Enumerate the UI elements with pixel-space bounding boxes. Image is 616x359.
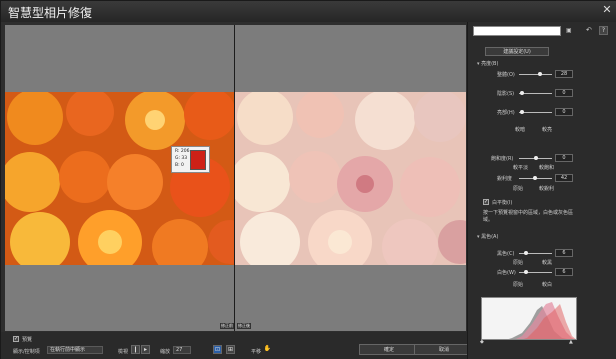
sharpness-value[interactable]: 42 bbox=[555, 174, 573, 182]
save-preset-icon[interactable]: ▣ bbox=[566, 27, 572, 34]
histogram-black-point-icon[interactable]: ◆ bbox=[480, 339, 484, 345]
before-photo[interactable] bbox=[5, 92, 234, 265]
white-label: 白色(W) bbox=[497, 270, 516, 276]
darker-label: 較暗 bbox=[515, 127, 526, 133]
pixel-r: R: 206 bbox=[175, 149, 190, 154]
after-label: 修正後 bbox=[237, 323, 251, 329]
black-slider[interactable] bbox=[519, 251, 552, 255]
help-icon[interactable]: ? bbox=[599, 26, 608, 35]
window-title: 智慧型相片修復 bbox=[8, 6, 93, 20]
close-icon[interactable]: ✕ bbox=[601, 4, 613, 16]
blacker-label: 較黑 bbox=[542, 260, 553, 266]
histogram bbox=[481, 297, 577, 340]
overall-label: 整體(O) bbox=[497, 72, 515, 78]
saturation-label: 飽和度(R) bbox=[491, 156, 514, 162]
original-label-3: 原始 bbox=[513, 282, 524, 288]
sharper-label: 較銳利 bbox=[539, 186, 555, 192]
whiter-label: 較白 bbox=[542, 282, 553, 288]
histogram-white-point-icon[interactable]: ▲ bbox=[569, 339, 573, 345]
sharpness-slider[interactable] bbox=[519, 176, 552, 180]
brightness-section[interactable]: 亮度(B) bbox=[477, 60, 498, 67]
compare-label: 檢視 bbox=[118, 349, 129, 355]
white-slider[interactable] bbox=[519, 270, 552, 274]
highlight-value[interactable]: 0 bbox=[555, 108, 573, 116]
highlight-slider[interactable] bbox=[519, 110, 552, 114]
highlight-label: 亮部(H) bbox=[497, 110, 515, 116]
display-mode-label: 顯示/控制項 bbox=[13, 349, 40, 355]
pixel-g: G: 33 bbox=[175, 156, 188, 161]
original-label-2: 原始 bbox=[513, 260, 524, 266]
title-bar: 智慧型相片修復 ✕ bbox=[1, 1, 616, 22]
overall-slider[interactable] bbox=[519, 72, 552, 76]
flatter-label: 較平淡 bbox=[513, 165, 529, 171]
zoom-actual-icon[interactable]: ⊞ bbox=[226, 345, 235, 354]
shadow-label: 陰影(S) bbox=[497, 91, 515, 97]
cancel-button[interactable]: 取消 bbox=[414, 344, 474, 355]
preview-checkbox[interactable]: ✓ bbox=[13, 336, 19, 342]
pixel-color-swatch bbox=[190, 150, 206, 170]
brighter-label: 較亮 bbox=[542, 127, 553, 133]
black-section[interactable]: 黑色(A) bbox=[477, 233, 498, 240]
hand-icon[interactable]: ✋ bbox=[263, 345, 272, 354]
app-window: 智慧型相片修復 ✕ 修正前 修正後 R: 206 G: 33 B: 0 ✓ 預覽… bbox=[0, 0, 616, 359]
black-value[interactable]: 6 bbox=[555, 249, 573, 257]
shadow-slider[interactable] bbox=[519, 91, 552, 95]
sharpness-label: 銳利度 bbox=[497, 176, 513, 182]
pixel-info-tooltip: R: 206 G: 33 B: 0 bbox=[171, 146, 210, 173]
single-view-icon[interactable]: ▸ bbox=[141, 345, 150, 354]
overall-value[interactable]: 28 bbox=[555, 70, 573, 78]
pixel-b: B: 0 bbox=[175, 163, 184, 168]
more-saturated-label: 較飽和 bbox=[539, 165, 555, 171]
white-balance-desc: 按一下預覽視窗中的區域，白色或灰色區域。 bbox=[483, 210, 574, 223]
split-view-icon[interactable]: ❙ bbox=[131, 345, 140, 354]
saturation-slider[interactable] bbox=[519, 156, 552, 160]
white-value[interactable]: 6 bbox=[555, 268, 573, 276]
ok-button[interactable]: 確定 bbox=[359, 344, 419, 355]
preset-dropdown[interactable] bbox=[473, 26, 561, 36]
zoom-label: 縮放 bbox=[160, 349, 171, 355]
display-mode-select[interactable]: 在執行前中顯示 bbox=[47, 346, 103, 354]
before-label: 修正前 bbox=[220, 323, 234, 329]
preview-label: 預覽 bbox=[22, 337, 33, 343]
after-photo[interactable] bbox=[235, 92, 466, 265]
original-label-1: 原始 bbox=[513, 186, 524, 192]
white-balance-title: 白平衡(I) bbox=[492, 200, 513, 206]
suggest-settings-button[interactable]: 建議設定(U) bbox=[485, 47, 549, 56]
white-balance-checkbox[interactable]: ✓ bbox=[483, 199, 489, 205]
saturation-value[interactable]: 0 bbox=[555, 154, 573, 162]
shadow-value[interactable]: 0 bbox=[555, 89, 573, 97]
pan-label: 平移 bbox=[251, 349, 262, 355]
black-label: 黑色(C) bbox=[497, 251, 515, 257]
zoom-fit-icon[interactable]: ⊡ bbox=[213, 345, 222, 354]
reset-icon[interactable]: ↶ bbox=[586, 26, 592, 34]
zoom-input[interactable]: 27 bbox=[173, 346, 191, 354]
